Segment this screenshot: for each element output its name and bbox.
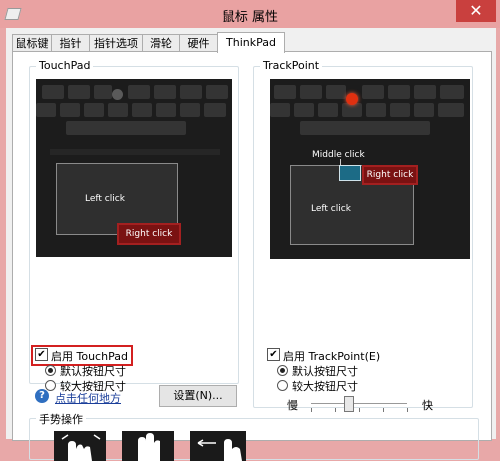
trackpoint-right-click-label: Right click <box>366 170 414 180</box>
touchpad-right-click-zone: Right click <box>117 223 181 245</box>
trackpoint-group: TrackPoint Middle click Left click Right… <box>253 59 473 412</box>
touchpad-left-click-label: Left click <box>85 194 125 204</box>
thinkpad-panel: TouchPad Left click Right click ✔ 启用 Tou… <box>12 51 492 461</box>
touchpad-group-label: TouchPad <box>36 59 94 72</box>
trackpoint-size-default-label: 默认按钮尺寸 <box>292 365 358 378</box>
touchpad-size-default-radio[interactable] <box>45 365 56 376</box>
speed-slow-label: 慢 <box>287 399 298 412</box>
tab-hardware[interactable]: 硬件 <box>179 34 218 52</box>
two-finger-scroll-gesture-icon[interactable] <box>122 431 174 461</box>
trackpoint-nub-icon <box>112 89 123 100</box>
tab-thinkpad[interactable]: ThinkPad <box>217 32 285 53</box>
trackpoint-red-nub-icon <box>346 93 358 105</box>
touchpad-enable-checkbox[interactable]: ✔ <box>35 348 48 361</box>
tab-wheel[interactable]: 滑轮 <box>142 34 180 52</box>
help-icon: ? <box>35 389 49 403</box>
trackpoint-size-large-label: 较大按钮尺寸 <box>292 380 358 393</box>
trackpoint-enable-checkbox[interactable]: ✔ <box>267 348 280 361</box>
speed-slider-track[interactable] <box>311 403 407 404</box>
dialog-body: 鼠标键 指针 指针选项 滑轮 硬件 ThinkPad TouchPad Left… <box>6 28 496 461</box>
trackpoint-middle-click-label: Middle click <box>312 150 365 160</box>
tab-thinkpad-label: ThinkPad <box>226 36 276 49</box>
touchpad-group: TouchPad Left click Right click ✔ 启用 Tou… <box>29 59 239 393</box>
speed-fast-label: 快 <box>422 399 433 412</box>
middle-click-zone <box>339 165 361 181</box>
gesture-group-label: 手势操作 <box>36 411 86 427</box>
tab-buttons[interactable]: 鼠标键 <box>12 34 52 52</box>
touchpad-illustration: Left click Right click <box>36 79 232 257</box>
tab-pointers[interactable]: 指针 <box>51 34 90 52</box>
trackpoint-illustration: Middle click Left click Right click <box>270 79 470 259</box>
window-title: 鼠标 属性 <box>221 10 279 25</box>
pinch-zoom-gesture-icon[interactable] <box>54 431 106 461</box>
trackpoint-enable-label: 启用 TrackPoint(E) <box>283 350 381 363</box>
trackpoint-group-label: TrackPoint <box>260 59 323 72</box>
settings-button[interactable]: 设置(N)... <box>159 385 237 407</box>
trackpoint-size-large-radio[interactable] <box>277 380 288 391</box>
touchpad-enable-label: 启用 TouchPad <box>51 350 128 363</box>
tab-pointer-options[interactable]: 指针选项 <box>89 34 143 52</box>
touchpad-right-click-label: Right click <box>125 229 173 239</box>
close-button[interactable]: ✕ <box>456 0 496 22</box>
trackpoint-left-click-label: Left click <box>311 204 351 214</box>
title-bar: 鼠标 属性 ✕ <box>0 0 500 28</box>
trackpoint-size-default-radio[interactable] <box>277 365 288 376</box>
help-link[interactable]: 点击任何地方 <box>55 390 121 406</box>
speed-slider-thumb[interactable] <box>344 396 355 412</box>
gesture-group: 手势操作 <box>29 411 479 461</box>
touchpad-size-default-label: 默认按钮尺寸 <box>60 365 126 378</box>
trackpoint-right-click-zone: Right click <box>362 165 418 185</box>
swipe-gesture-icon[interactable] <box>190 431 246 461</box>
